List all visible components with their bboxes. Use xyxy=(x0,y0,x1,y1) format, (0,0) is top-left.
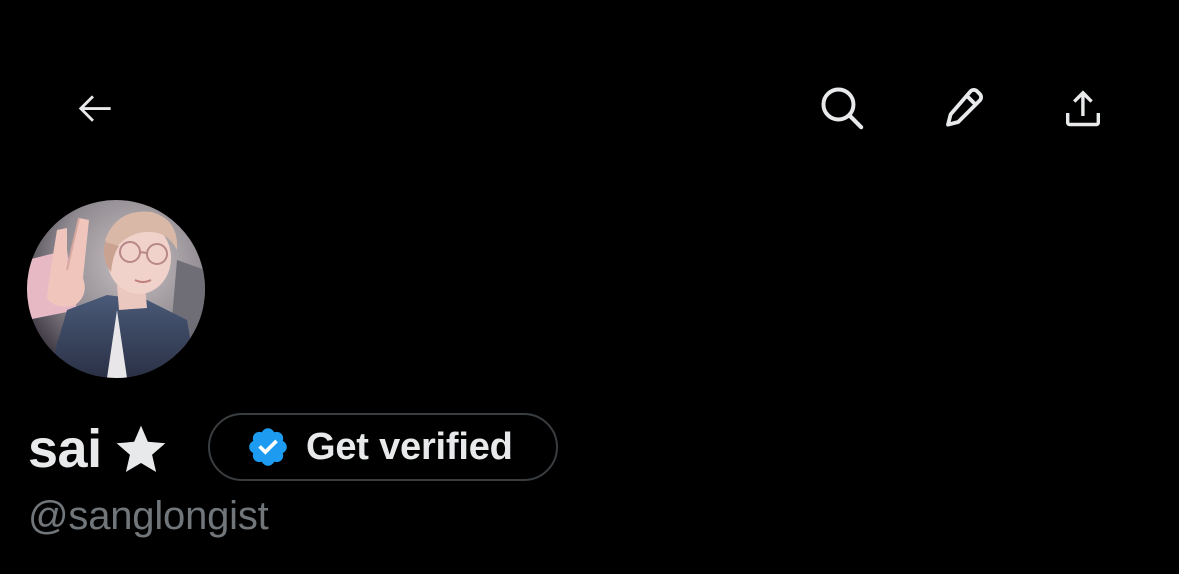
arrow-left-icon xyxy=(78,95,111,122)
star-icon xyxy=(116,425,165,472)
get-verified-label: Get verified xyxy=(306,425,513,468)
pencil-icon xyxy=(946,88,983,127)
edit-button[interactable] xyxy=(931,76,995,140)
user-handle: @sanglongist xyxy=(28,494,269,538)
search-icon xyxy=(821,87,864,130)
get-verified-button[interactable]: Get verified xyxy=(208,413,558,481)
display-name: sai xyxy=(28,419,102,479)
search-button[interactable] xyxy=(810,76,874,140)
display-name-row: sai xyxy=(28,413,168,485)
avatar-photo xyxy=(27,200,205,378)
share-upload-icon xyxy=(1066,90,1100,127)
avatar[interactable] xyxy=(27,200,205,378)
back-button[interactable] xyxy=(64,76,128,140)
verified-badge-icon xyxy=(249,428,287,466)
share-button[interactable] xyxy=(1051,76,1115,140)
